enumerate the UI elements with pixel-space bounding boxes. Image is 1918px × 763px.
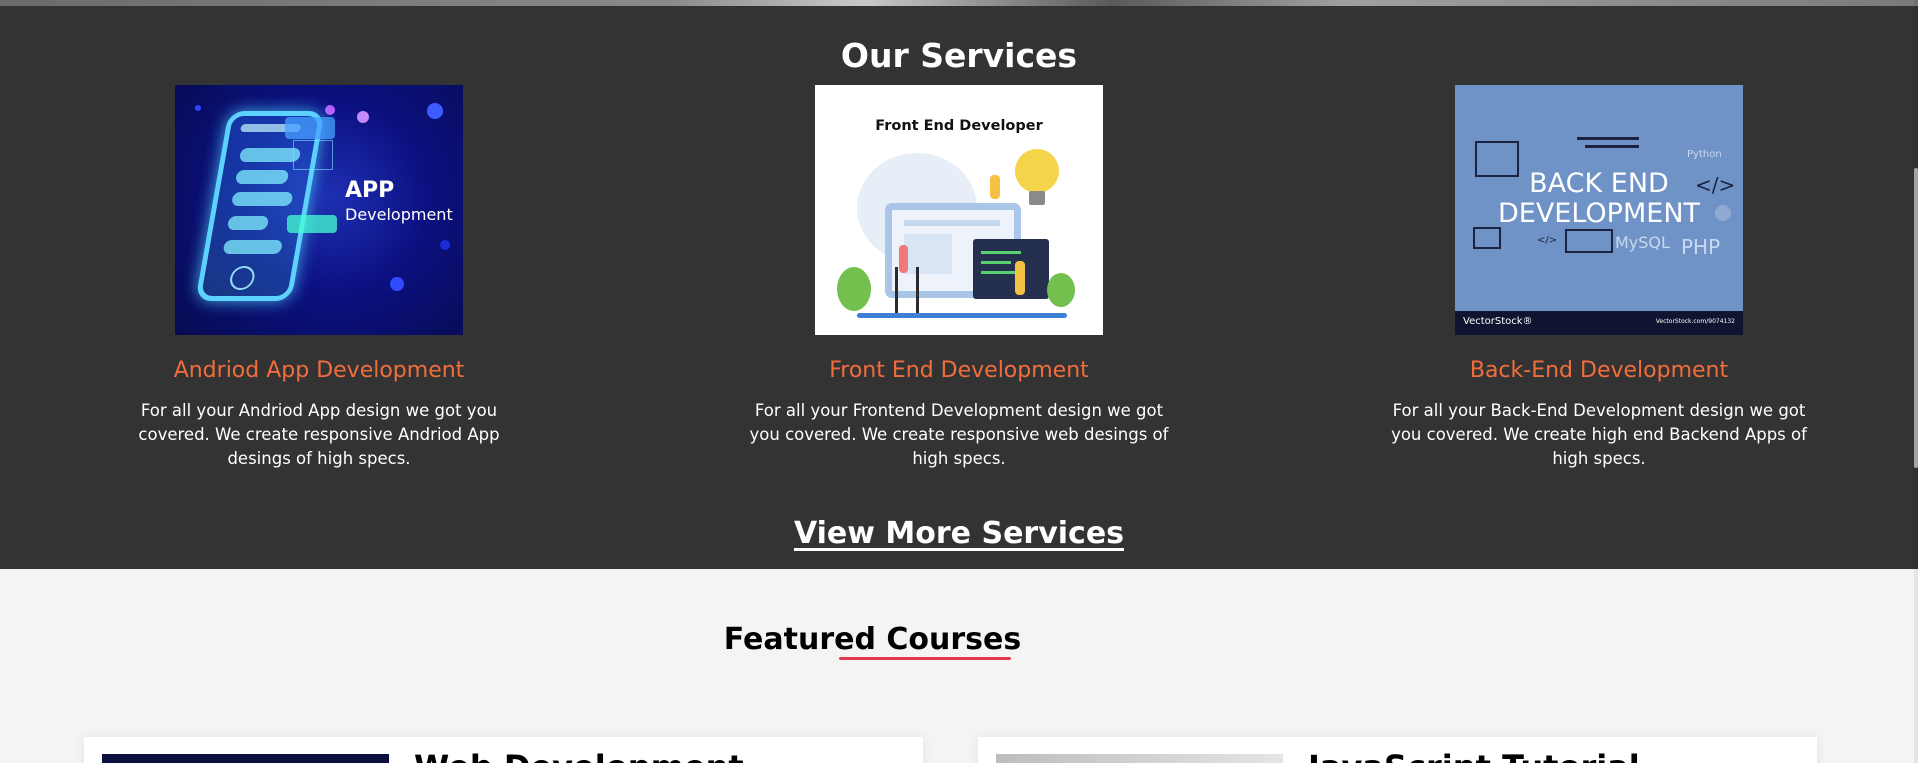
services-section: Our Services APP Development Andriod App… — [0, 6, 1918, 569]
floating-frame — [293, 140, 333, 170]
plant-icon — [1047, 273, 1075, 307]
course-card[interactable]: Web Development — [84, 737, 923, 763]
code-line — [1577, 137, 1639, 140]
person-icon — [1015, 261, 1025, 295]
title-underline — [839, 657, 1011, 660]
course-thumbnail — [102, 754, 389, 763]
ladder-icon — [895, 267, 919, 315]
service-description: For all your Back-End Development design… — [1391, 401, 1807, 468]
decor-dot — [390, 277, 404, 291]
decor-dot — [357, 111, 369, 123]
service-title: Front End Development — [829, 358, 1089, 383]
server-icon — [1565, 229, 1613, 253]
service-card-frontend: Front End Developer Front End Developmen… — [739, 85, 1179, 471]
phone-row — [234, 170, 290, 184]
mobile-app-illustration: APP Development — [175, 85, 463, 335]
decor-dot — [440, 240, 450, 250]
course-card[interactable]: JavaScript Tutorial — [978, 737, 1817, 763]
app-text: APP — [345, 178, 395, 203]
plant-icon — [837, 267, 871, 311]
code-line — [981, 261, 1011, 264]
scrollbar-thumb[interactable] — [1914, 168, 1918, 468]
service-card-backend: Python </> MySQL PHP </> BACK END DEVELO… — [1379, 85, 1819, 471]
development-text: DEVELOPMENT — [1497, 198, 1701, 229]
phone-row — [226, 216, 270, 230]
vectorstock-url: VectorStock.com/9074132 — [1655, 318, 1735, 325]
development-text: Development — [345, 205, 453, 224]
phone-home-icon — [228, 266, 257, 290]
service-description: For all your Andriod App design we got y… — [138, 401, 500, 468]
course-thumbnail — [996, 754, 1283, 763]
monitor-bar — [904, 220, 1000, 226]
phone-row — [222, 240, 284, 254]
services-title: Our Services — [840, 36, 1078, 75]
code-tag: </> — [1537, 235, 1558, 246]
frontend-image-heading: Front End Developer — [875, 118, 1043, 134]
code-window-icon — [973, 239, 1049, 299]
backend-development-illustration: Python </> MySQL PHP </> BACK END DEVELO… — [1455, 85, 1743, 335]
image-credit-bar: VectorStock® VectorStock.com/9074132 — [1455, 311, 1743, 335]
view-more-services-link[interactable]: View More Services — [0, 514, 1918, 554]
floating-panel — [285, 117, 335, 139]
code-line — [1585, 145, 1639, 148]
service-description: For all your Frontend Development design… — [749, 401, 1169, 468]
course-title[interactable]: Web Development — [414, 747, 744, 763]
python-tag: Python — [1687, 149, 1722, 160]
vectorstock-brand: VectorStock® — [1463, 316, 1533, 327]
phone-row — [238, 148, 302, 162]
decor-dot — [325, 105, 335, 115]
featured-courses-title: Featured Courses — [723, 622, 1022, 657]
lightbulb-icon — [1015, 149, 1059, 193]
service-title: Back-End Development — [1469, 358, 1729, 383]
back-end-text: BACK END — [1529, 168, 1669, 199]
service-card-android: APP Development Andriod App Development … — [99, 85, 539, 471]
service-title: Andriod App Development — [173, 358, 465, 383]
lightbulb-base — [1029, 191, 1045, 205]
page: Our Services APP Development Andriod App… — [0, 0, 1918, 763]
frontend-developer-illustration: Front End Developer — [815, 85, 1103, 335]
code-line — [981, 251, 1021, 254]
php-tag: PHP — [1681, 235, 1721, 259]
floor-line — [857, 313, 1067, 318]
mysql-tag: MySQL — [1615, 233, 1670, 252]
phone-row — [231, 192, 294, 206]
floating-panel — [287, 215, 337, 233]
monitor-icon — [1473, 227, 1501, 249]
decor-dot — [195, 105, 201, 111]
decor-dot — [427, 103, 443, 119]
person-icon — [990, 175, 1000, 199]
course-title[interactable]: JavaScript Tutorial — [1308, 747, 1640, 763]
